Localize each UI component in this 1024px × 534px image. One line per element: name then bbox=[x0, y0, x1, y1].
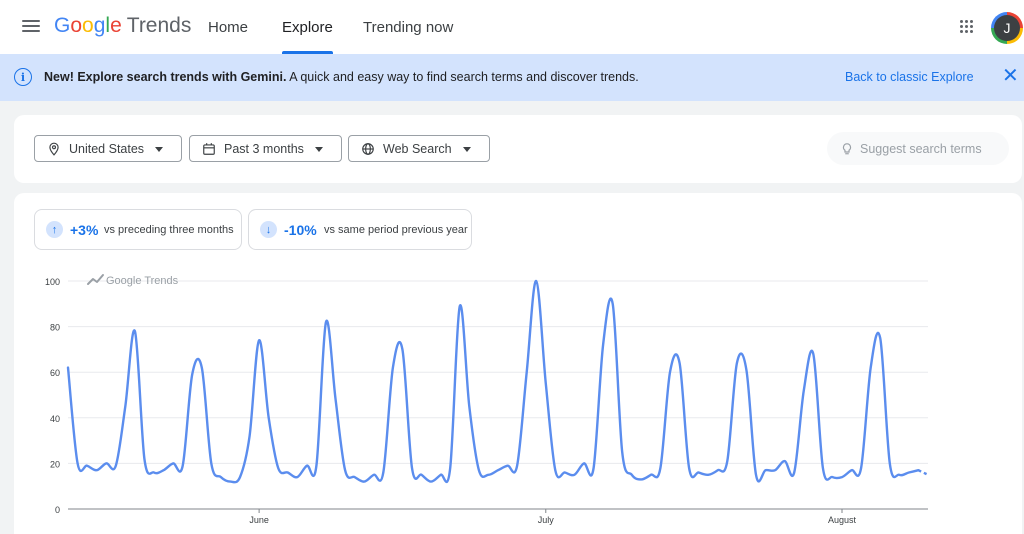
x-tick-label: August bbox=[828, 515, 857, 525]
top-bar: Google Trends Home Explore Trending now J bbox=[0, 0, 1024, 54]
logo-trends-text: Trends bbox=[126, 14, 192, 37]
back-to-classic-explore-link[interactable]: Back to classic Explore bbox=[845, 70, 974, 84]
banner-bold-text: New! Explore search trends with Gemini. bbox=[44, 70, 287, 84]
suggest-search-terms-button[interactable]: Suggest search terms bbox=[827, 132, 1009, 165]
location-pin-icon bbox=[49, 142, 59, 156]
x-tick-label: July bbox=[538, 515, 555, 525]
nav-explore[interactable]: Explore bbox=[282, 0, 333, 54]
y-tick-label: 0 bbox=[55, 505, 60, 515]
nav-home[interactable]: Home bbox=[208, 0, 248, 54]
y-tick-label: 60 bbox=[50, 368, 60, 378]
gemini-banner: i New! Explore search trends with Gemini… bbox=[0, 54, 1024, 101]
logo-google-text: Google bbox=[54, 14, 122, 37]
y-tick-label: 20 bbox=[50, 459, 60, 469]
watermark-text: Google Trends bbox=[106, 275, 179, 287]
globe-icon bbox=[362, 143, 374, 155]
banner-text: A quick and easy way to find search term… bbox=[286, 70, 639, 84]
suggest-label: Suggest search terms bbox=[860, 141, 982, 156]
filters-card: United States Past 3 months Web Search S… bbox=[14, 115, 1022, 183]
google-apps-icon[interactable] bbox=[960, 20, 974, 34]
y-tick-label: 100 bbox=[45, 277, 60, 287]
main-menu-icon[interactable] bbox=[22, 19, 40, 33]
location-value: United States bbox=[69, 141, 145, 156]
partial-data-segment bbox=[917, 469, 929, 476]
search-property-dropdown[interactable]: Web Search bbox=[348, 135, 490, 162]
time-range-dropdown[interactable]: Past 3 months bbox=[189, 135, 342, 162]
series-line[interactable] bbox=[66, 279, 920, 484]
banner-message: New! Explore search trends with Gemini. … bbox=[44, 70, 639, 84]
calendar-icon bbox=[203, 143, 215, 155]
chevron-down-icon bbox=[463, 147, 471, 152]
trend-icon bbox=[87, 274, 104, 285]
nav-trending-now[interactable]: Trending now bbox=[363, 0, 453, 54]
chevron-down-icon bbox=[155, 147, 163, 152]
time-range-value: Past 3 months bbox=[224, 141, 304, 156]
location-dropdown[interactable]: United States bbox=[34, 135, 182, 162]
close-banner-icon[interactable]: ✕ bbox=[1002, 66, 1019, 86]
interest-over-time-chart[interactable]: 0 20 40 60 80 100 June July August Google Trends bbox=[14, 193, 1022, 534]
sparkle-bulb-icon bbox=[842, 143, 852, 155]
interest-chart-card: ↑ +3% vs preceding three months ↓ -10% v… bbox=[14, 193, 1022, 534]
avatar-initial: J bbox=[994, 15, 1020, 41]
y-tick-label: 40 bbox=[50, 414, 60, 424]
y-tick-label: 80 bbox=[50, 323, 60, 333]
account-avatar[interactable]: J bbox=[991, 12, 1023, 44]
info-icon: i bbox=[14, 68, 32, 86]
search-property-value: Web Search bbox=[383, 141, 452, 156]
google-trends-logo[interactable]: Google Trends bbox=[54, 14, 191, 38]
x-tick-label: June bbox=[249, 515, 269, 525]
chevron-down-icon bbox=[315, 147, 323, 152]
